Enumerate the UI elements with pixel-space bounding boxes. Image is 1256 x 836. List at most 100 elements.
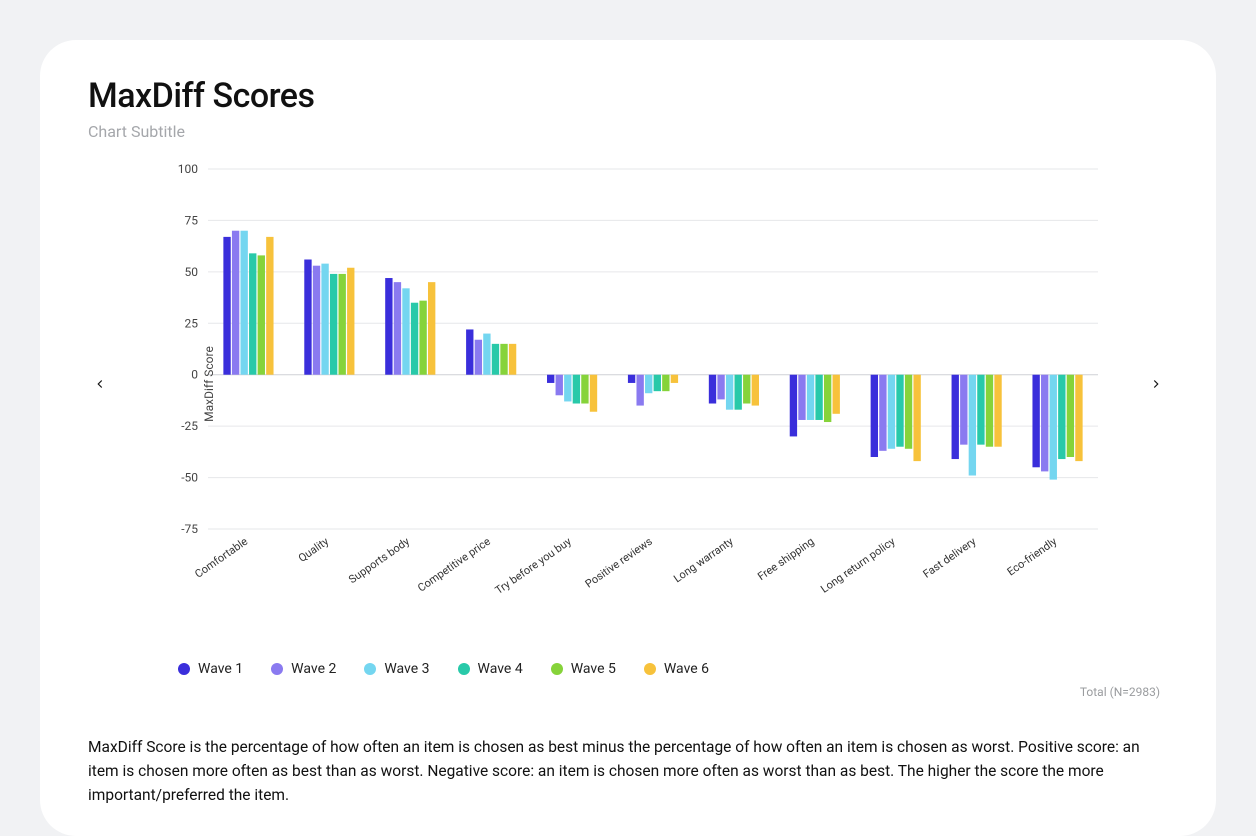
bar — [717, 375, 724, 400]
bar — [1032, 375, 1039, 468]
bar — [645, 375, 652, 394]
bar — [1058, 375, 1065, 459]
bar — [815, 375, 822, 420]
legend-swatch — [551, 663, 563, 675]
bar — [339, 274, 346, 375]
bar — [952, 375, 959, 459]
category-label: Supports body — [346, 534, 412, 586]
bar — [547, 375, 554, 383]
legend-item[interactable]: Wave 5 — [551, 661, 616, 677]
category-label: Positive reviews — [583, 535, 655, 591]
bar — [258, 255, 265, 374]
bar — [385, 278, 392, 375]
bar-chart-svg: -75-50-250255075100ComfortableQualitySup… — [148, 159, 1108, 609]
bar — [969, 375, 976, 476]
bar — [726, 375, 733, 410]
bar — [466, 329, 473, 374]
chart-card: MaxDiff Scores Chart Subtitle MaxDiff Sc… — [40, 40, 1216, 836]
chart-description: MaxDiff Score is the percentage of how o… — [88, 735, 1168, 807]
bar — [304, 260, 311, 375]
chevron-left-icon — [93, 377, 107, 391]
chart-legend: Wave 1 Wave 2 Wave 3 Wave 4 Wave 5 Wave 6 — [178, 661, 1168, 677]
legend-item[interactable]: Wave 3 — [364, 661, 429, 677]
bar — [500, 344, 507, 375]
bar — [419, 301, 426, 375]
bar — [590, 375, 597, 412]
bar — [752, 375, 759, 406]
bar — [394, 282, 401, 375]
svg-text:-25: -25 — [181, 419, 198, 433]
bar — [347, 268, 354, 375]
bar — [798, 375, 805, 420]
svg-text:25: 25 — [185, 316, 199, 330]
bar — [1050, 375, 1057, 480]
bar — [824, 375, 831, 422]
legend-item[interactable]: Wave 1 — [178, 661, 243, 677]
bar — [483, 334, 490, 375]
legend-label: Wave 3 — [384, 661, 429, 677]
bar — [492, 344, 499, 375]
bar — [671, 375, 678, 383]
bar — [321, 264, 328, 375]
legend-swatch — [178, 663, 190, 675]
chart-plot-area: MaxDiff Score -75-50-250255075100Comfort… — [112, 159, 1144, 609]
bar — [402, 288, 409, 374]
chevron-right-icon — [1149, 377, 1163, 391]
bar — [833, 375, 840, 414]
bar — [662, 375, 669, 391]
bar — [223, 237, 230, 375]
next-chart-button[interactable] — [1144, 372, 1168, 396]
y-axis-label: MaxDiff Score — [202, 346, 216, 422]
bar — [428, 282, 435, 375]
bar — [330, 274, 337, 375]
bar — [807, 375, 814, 420]
legend-swatch — [364, 663, 376, 675]
bar — [313, 266, 320, 375]
category-label: Long warranty — [671, 534, 736, 585]
bar — [888, 375, 895, 449]
category-label: Fast delivery — [921, 534, 979, 580]
category-label: Quality — [296, 534, 332, 564]
bar — [790, 375, 797, 437]
legend-swatch — [458, 663, 470, 675]
legend-label: Wave 5 — [571, 661, 616, 677]
bar — [564, 375, 571, 402]
bar — [556, 375, 563, 396]
svg-text:100: 100 — [178, 162, 198, 176]
bar — [266, 237, 273, 375]
bar — [1041, 375, 1048, 472]
bar — [628, 375, 635, 383]
bar — [509, 344, 516, 375]
legend-label: Wave 1 — [198, 661, 243, 677]
bar — [654, 375, 661, 391]
category-label: Eco-friendly — [1005, 534, 1060, 578]
svg-text:75: 75 — [185, 213, 199, 227]
bar — [994, 375, 1001, 447]
bar — [636, 375, 643, 406]
prev-chart-button[interactable] — [88, 372, 112, 396]
legend-label: Wave 4 — [478, 661, 523, 677]
legend-item[interactable]: Wave 4 — [458, 661, 523, 677]
bar — [960, 375, 967, 445]
legend-item[interactable]: Wave 6 — [644, 661, 709, 677]
legend-swatch — [644, 663, 656, 675]
category-label: Try before you buy — [493, 534, 575, 597]
bar — [475, 340, 482, 375]
bar — [1067, 375, 1074, 457]
bar — [232, 231, 239, 375]
svg-text:-75: -75 — [181, 522, 198, 536]
bar — [896, 375, 903, 447]
bar — [986, 375, 993, 447]
legend-label: Wave 6 — [664, 661, 709, 677]
svg-text:0: 0 — [191, 368, 198, 382]
bar — [913, 375, 920, 461]
category-label: Comfortable — [192, 535, 250, 581]
chart-subtitle: Chart Subtitle — [88, 122, 1168, 141]
bar — [249, 253, 256, 374]
category-label: Free shipping — [755, 535, 816, 583]
category-label: Long return policy — [818, 534, 898, 595]
bar — [905, 375, 912, 449]
legend-item[interactable]: Wave 2 — [271, 661, 336, 677]
svg-text:50: 50 — [185, 265, 199, 279]
category-label: Competitive price — [415, 535, 493, 595]
